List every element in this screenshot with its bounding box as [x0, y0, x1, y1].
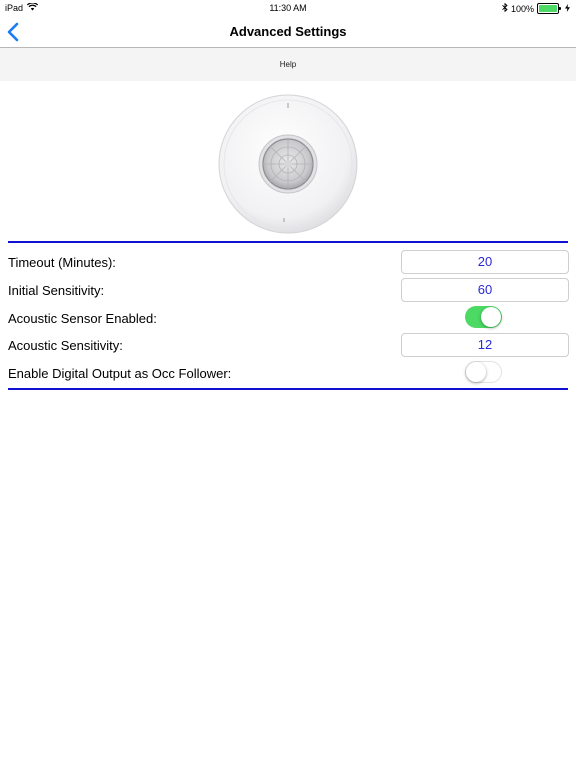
toggle-knob: [466, 362, 486, 382]
setting-row-digital-output: Enable Digital Output as Occ Follower:: [8, 361, 568, 385]
status-bar: iPad 11:30 AM 100%: [0, 0, 576, 16]
acoustic-enabled-label: Acoustic Sensor Enabled:: [8, 311, 157, 326]
navigation-bar: Advanced Settings: [0, 16, 576, 48]
battery-percent: 100%: [510, 3, 534, 14]
page-title: Advanced Settings: [229, 24, 347, 39]
acoustic-sensitivity-label: Acoustic Sensitivity:: [8, 338, 123, 353]
help-link[interactable]: Help: [280, 60, 296, 69]
battery-icon: [537, 3, 561, 14]
bluetooth-icon: [502, 2, 508, 14]
acoustic-enabled-toggle[interactable]: [465, 306, 502, 328]
status-right: 100%: [502, 2, 570, 14]
help-bar: Help: [0, 48, 576, 81]
setting-row-acoustic-enabled: Acoustic Sensor Enabled:: [8, 306, 568, 330]
initial-sensitivity-label: Initial Sensitivity:: [8, 283, 105, 298]
section-divider-bottom: [8, 388, 568, 390]
timeout-field[interactable]: 20: [401, 250, 569, 274]
section-divider-top: [8, 241, 568, 243]
digital-output-label: Enable Digital Output as Occ Follower:: [8, 366, 232, 381]
setting-row-timeout: Timeout (Minutes): 20: [8, 250, 569, 274]
status-time: 11:30 AM: [269, 3, 307, 13]
setting-row-acoustic-sensitivity: Acoustic Sensitivity: 12: [8, 333, 569, 357]
setting-row-initial-sensitivity: Initial Sensitivity: 60: [8, 278, 569, 302]
acoustic-sensitivity-field[interactable]: 12: [401, 333, 569, 357]
digital-output-toggle[interactable]: [465, 361, 502, 383]
battery-level: [539, 5, 557, 12]
charging-icon: [565, 3, 570, 14]
initial-sensitivity-field[interactable]: 60: [401, 278, 569, 302]
toggle-knob: [481, 307, 501, 327]
sensor-image: [218, 94, 358, 234]
timeout-label: Timeout (Minutes):: [8, 255, 116, 270]
